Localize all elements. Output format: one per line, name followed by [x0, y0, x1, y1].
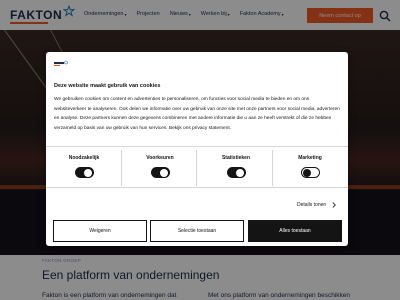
show-details-link[interactable]: Details tonen [297, 202, 337, 208]
chevron-right-icon [332, 202, 337, 208]
category-label: Voorkeuren [146, 155, 174, 161]
toggle-statistieken[interactable] [226, 167, 246, 178]
category-voorkeuren: Voorkeuren [130, 155, 190, 178]
allow-all-button[interactable]: Alles toestaan [248, 220, 342, 242]
cookie-title: Deze website maakt gebruik van cookies [54, 83, 161, 89]
reject-button[interactable]: Weigeren [53, 220, 147, 242]
category-noodzakelijk: Noodzakelijk [54, 155, 114, 178]
divider [46, 146, 348, 147]
divider [272, 150, 273, 186]
fakton-logo-small [54, 60, 68, 66]
divider [196, 150, 197, 186]
category-statistieken: Statistieken [206, 155, 266, 178]
divider [121, 150, 122, 186]
toggle-marketing[interactable] [300, 167, 320, 178]
allow-selection-button[interactable]: Selectie toestaan [150, 220, 244, 242]
details-label: Details tonen [297, 202, 327, 208]
cookie-consent-dialog: Deze website maakt gebruik van cookies W… [46, 52, 348, 246]
toggle-noodzakelijk[interactable] [74, 167, 94, 178]
toggle-voorkeuren[interactable] [150, 167, 170, 178]
divider [46, 187, 348, 188]
category-marketing: Marketing [280, 155, 340, 178]
category-label: Marketing [298, 155, 322, 161]
category-label: Noodzakelijk [68, 155, 100, 161]
category-label: Statistieken [221, 155, 251, 161]
cookie-description: We gebruiken cookies om content en adver… [54, 97, 340, 131]
